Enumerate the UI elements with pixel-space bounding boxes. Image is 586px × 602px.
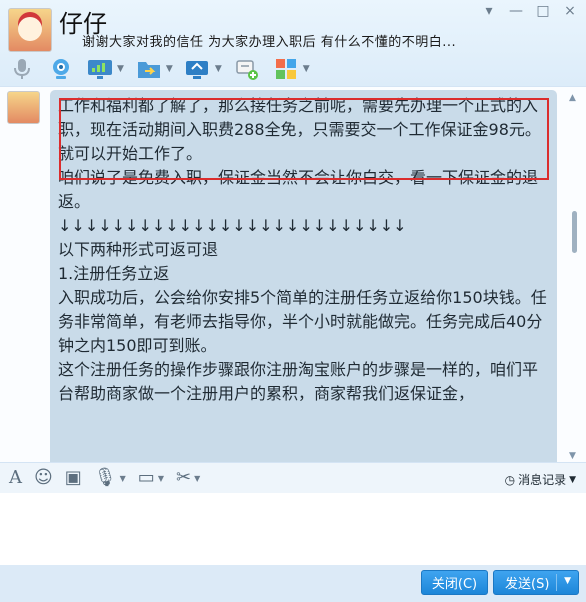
voice-message-icon[interactable]: 🎙 (94, 468, 117, 488)
scroll-down-icon[interactable]: ▼ (569, 451, 576, 461)
chevron-down-icon[interactable]: ▼ (120, 474, 126, 483)
chevron-down-icon[interactable]: ▼ (303, 64, 310, 74)
emoji-icon[interactable]: ☺ (34, 468, 53, 488)
button-divider (556, 574, 557, 591)
chevron-down-icon[interactable]: ▼ (215, 64, 222, 74)
remote-desktop-button[interactable] (86, 56, 114, 82)
footer-bar: 关闭(C) 发送(S) ▼ (0, 565, 586, 602)
red-highlight-box (59, 98, 549, 180)
minimize-icon[interactable]: — (508, 3, 524, 19)
format-tools: A ☺ ▣ 🎙 ▼ ▭ ▼ ✂ ▼ (9, 468, 200, 488)
clock-icon: ◷ (504, 472, 516, 487)
send-label: 发送(S) (505, 577, 550, 592)
voice-call-button[interactable] (8, 56, 36, 82)
contact-signature: 谢谢大家对我的信任 为大家办理入职后 有什么不懂的不明白... (82, 35, 457, 50)
dropdown-icon[interactable]: ▾ (481, 3, 497, 19)
file-transfer-button[interactable] (135, 56, 163, 82)
chevron-down-icon[interactable]: ▼ (564, 576, 571, 586)
screen-share-button[interactable] (184, 56, 212, 82)
monitor-chart-icon (88, 60, 112, 79)
message-history-button[interactable]: ◷ 消息记录 ▼ (505, 471, 576, 488)
send-button[interactable]: 发送(S) ▼ (493, 570, 579, 595)
scroll-thumb[interactable] (572, 211, 577, 253)
message-scrollbar[interactable]: ▲ ▼ (568, 93, 580, 461)
message-text: 工作和福利都了解了，那么接任务之前呢，需要先办理一个正式的入职，现在活动期间入职… (58, 94, 550, 406)
message-input[interactable] (0, 493, 586, 565)
screenshot-scissors-icon[interactable]: ✂ (176, 468, 191, 488)
group-chat-button[interactable] (233, 56, 261, 82)
image-icon[interactable]: ▭ (138, 468, 155, 488)
webcam-icon (53, 59, 69, 79)
message-paragraph: 这个注册任务的操作步骤跟你注册淘宝账户的步骤是一样的，咱们平台帮助商家做一个注册… (58, 360, 539, 403)
chevron-down-icon[interactable]: ▼ (194, 474, 200, 483)
font-icon[interactable]: A (9, 468, 22, 488)
message-paragraph: 入职成功后，公会给你安排5个简单的注册任务立返给你150块钱。任务非常简单，有老… (58, 288, 547, 355)
message-paragraph: 以下两种形式可返可退 (58, 240, 219, 259)
message-bubble: 工作和福利都了解了，那么接任务之前呢，需要先办理一个正式的入职，现在活动期间入职… (50, 90, 557, 462)
scroll-up-icon[interactable]: ▲ (569, 93, 576, 103)
apps-button[interactable] (272, 56, 300, 82)
chat-add-icon (236, 60, 258, 80)
message-history-label: 消息记录 (518, 473, 567, 487)
maximize-icon[interactable]: □ (535, 3, 551, 19)
chat-header: 仔仔 谢谢大家对我的信任 为大家办理入职后 有什么不懂的不明白... ▾ — □… (0, 0, 586, 86)
chevron-down-icon[interactable]: ▼ (158, 474, 164, 483)
gif-icon[interactable]: ▣ (65, 468, 82, 488)
video-call-button[interactable] (47, 56, 75, 82)
window-controls: ▾ — □ × (481, 3, 578, 19)
input-toolbar: A ☺ ▣ 🎙 ▼ ▭ ▼ ✂ ▼ ◷ 消息记录 ▼ (0, 462, 586, 494)
message-paragraph: 1.注册任务立返 (58, 264, 170, 283)
screen-share-icon (186, 61, 209, 79)
chevron-down-icon[interactable]: ▼ (117, 64, 124, 74)
arrow-line: ↓↓↓↓↓↓↓↓↓↓↓↓↓↓↓↓↓↓↓↓↓↓↓↓↓↓ (58, 216, 407, 235)
chevron-down-icon: ▼ (569, 474, 576, 485)
folder-arrow-icon (137, 62, 160, 78)
app-grid-icon (275, 59, 296, 79)
microphone-icon (14, 59, 30, 79)
message-avatar[interactable] (7, 91, 40, 124)
close-window-icon[interactable]: × (562, 3, 578, 19)
contact-avatar[interactable] (8, 8, 52, 52)
message-area: 工作和福利都了解了，那么接任务之前呢，需要先办理一个正式的入职，现在活动期间入职… (0, 86, 586, 463)
close-button[interactable]: 关闭(C) (421, 570, 488, 595)
chat-toolbar: ▼ ▼ ▼ ▼ (8, 54, 310, 84)
chevron-down-icon[interactable]: ▼ (166, 64, 173, 74)
